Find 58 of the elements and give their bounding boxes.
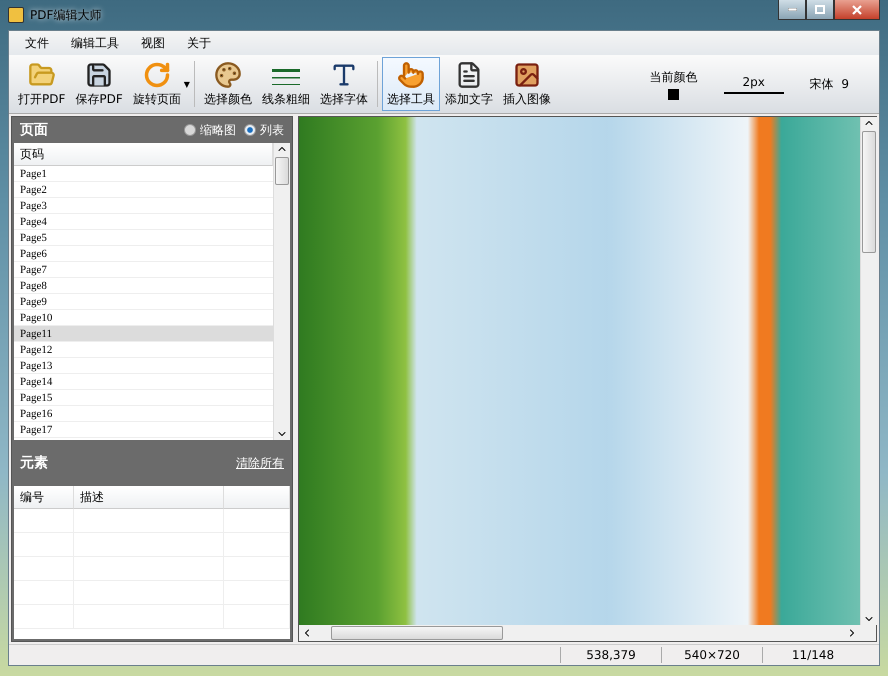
empty-table-cell [14,605,74,629]
dropdown-arrow[interactable]: ▼ [184,80,190,88]
empty-table-cell [224,509,290,533]
maximize-icon [815,5,825,14]
window-title: PDF编辑大师 [30,6,102,24]
menu-item[interactable]: 文件 [15,34,59,52]
status-text: 538,379 [560,647,661,663]
column-header[interactable]: 页码 [14,143,273,166]
empty-table-cell [224,557,290,581]
color-swatch[interactable] [668,88,680,100]
toolbar-button[interactable]: 选择工具 [382,57,440,111]
scroll-thumb[interactable] [275,157,289,185]
picture-icon [512,61,541,89]
rotate-icon [142,61,171,89]
scrollbar[interactable] [299,625,860,641]
toolbar-button[interactable]: 选择颜色 [198,57,257,111]
page-list-item[interactable]: Page11 [14,326,273,342]
toolbar-button[interactable]: 保存PDF [70,57,128,111]
clear-all-link[interactable]: 清除所有 [236,454,284,472]
view-radio[interactable]: 列表 [244,122,284,138]
toolbar-button[interactable]: 插入图像 [498,57,556,111]
column-header[interactable]: 编号 [14,486,74,509]
current-color-label: 当前颜色 [650,68,698,86]
scroll-thumb[interactable] [331,626,503,640]
maximize-button[interactable] [806,0,834,20]
empty-table-cell [14,581,74,605]
empty-table-cell [224,605,290,629]
empty-table-cell [14,533,74,557]
toolbar-button[interactable]: 线条粗细 [256,57,315,111]
scrollbar[interactable] [273,143,290,440]
menu-item[interactable]: 编辑工具 [61,34,129,52]
panel-title: 元素 [20,454,48,472]
minimize-icon [788,8,796,11]
menu-item[interactable]: 视图 [131,34,175,52]
empty-table-cell [224,533,290,557]
column-header[interactable]: 描述 [74,486,224,509]
toolbar-button[interactable]: 添加文字 [440,57,498,111]
view-radio[interactable]: 缩略图 [184,122,236,138]
empty-table-cell [14,557,74,581]
line-width-label: 2px [742,74,765,88]
font-label: 宋体 9 [810,76,849,92]
toolbar-button[interactable]: 打开PDF [13,57,70,111]
toolbar-button[interactable]: 选择字体 [314,57,373,111]
close-button[interactable] [834,0,880,20]
empty-table-cell [14,509,74,533]
close-icon [852,4,862,14]
app-icon [8,7,24,23]
menu-item[interactable]: 关于 [177,34,221,52]
panel-title: 页面 [20,121,48,139]
minimize-button[interactable] [778,0,806,20]
scrollbar[interactable] [860,117,877,625]
status-text: 11/148 [762,647,863,663]
empty-table-cell [224,581,290,605]
pointer-hand-icon [396,61,425,89]
palette-icon [214,61,242,89]
status-text: 540×720 [661,647,762,663]
scroll-thumb[interactable] [862,131,876,253]
line-sample [724,92,784,94]
